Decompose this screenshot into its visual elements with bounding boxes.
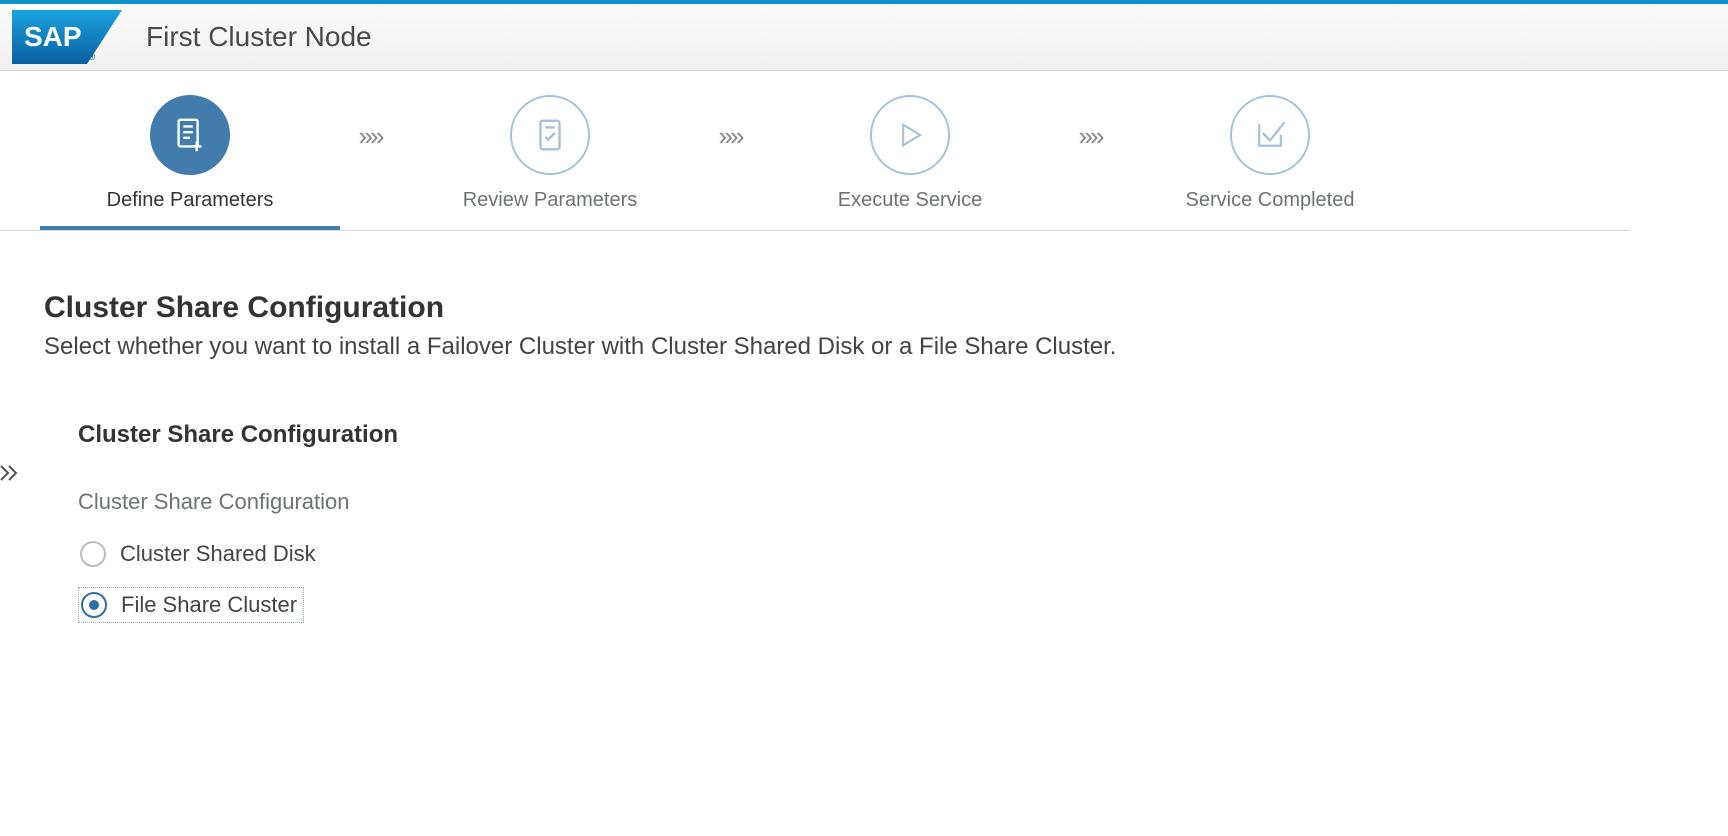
chevrons-right-icon: »» [700, 121, 760, 152]
step-label: Service Completed [1186, 189, 1355, 212]
group-heading: Cluster Share Configuration [78, 421, 1684, 449]
main-content: Cluster Share Configuration Select wheth… [0, 231, 1728, 679]
check-box-icon [1230, 95, 1310, 175]
header-bar: SAP ® First Cluster Node [0, 4, 1728, 71]
page-title: First Cluster Node [146, 21, 372, 53]
section-title: Cluster Share Configuration [44, 291, 1684, 325]
step-label: Define Parameters [107, 189, 274, 212]
document-check-icon [510, 95, 590, 175]
expand-chevrons-icon[interactable] [0, 461, 22, 491]
step-label: Execute Service [838, 189, 983, 212]
wizard-steps: Define Parameters »» Review Parameters »… [0, 71, 1630, 231]
radio-label: Cluster Shared Disk [120, 541, 316, 567]
document-add-icon [150, 95, 230, 175]
radio-icon [81, 592, 107, 618]
step-define-parameters[interactable]: Define Parameters [40, 95, 340, 230]
step-review-parameters[interactable]: Review Parameters [400, 95, 700, 226]
radio-icon [80, 541, 106, 567]
chevrons-right-icon: »» [340, 121, 400, 152]
radio-label: File Share Cluster [121, 592, 297, 618]
section-description: Select whether you want to install a Fai… [44, 333, 1684, 361]
play-icon [870, 95, 950, 175]
chevrons-right-icon: »» [1060, 121, 1120, 152]
radio-option-file-share-cluster[interactable]: File Share Cluster [78, 587, 304, 623]
svg-text:®: ® [88, 52, 96, 63]
step-execute-service[interactable]: Execute Service [760, 95, 1060, 226]
sap-logo: SAP ® [12, 10, 122, 64]
field-label: Cluster Share Configuration [78, 489, 1684, 515]
step-label: Review Parameters [463, 189, 638, 212]
svg-text:SAP: SAP [24, 21, 82, 52]
radio-option-cluster-shared-disk[interactable]: Cluster Shared Disk [78, 537, 322, 571]
step-service-completed[interactable]: Service Completed [1120, 95, 1420, 226]
